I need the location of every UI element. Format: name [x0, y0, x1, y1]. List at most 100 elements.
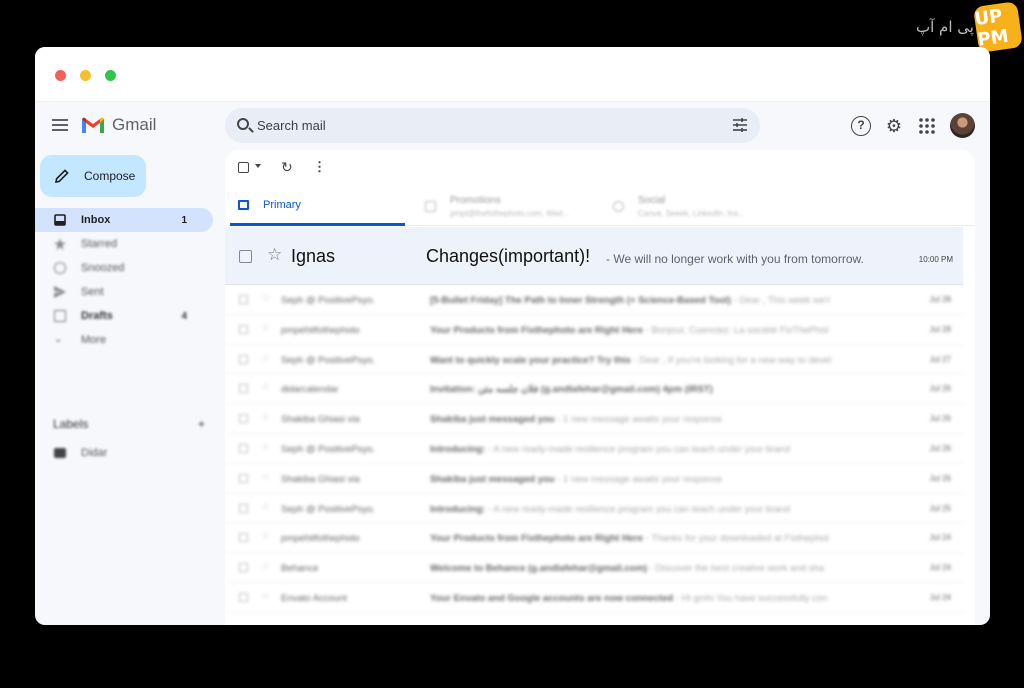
settings-gear-icon[interactable]: ⚙	[884, 116, 904, 136]
label-item-didar[interactable]: Didar	[54, 447, 107, 459]
star-icon[interactable]: ☆	[261, 293, 270, 304]
search-options-icon[interactable]	[732, 118, 748, 132]
help-icon[interactable]: ?	[851, 116, 871, 136]
search-icon[interactable]	[237, 118, 249, 130]
select-all-checkbox[interactable]	[238, 162, 249, 173]
email-subject-line: Your Products from Fixthephoto are Right…	[430, 325, 890, 336]
tab-promotions[interactable]: Promotions pmpl@thefothephoto.com, Wed..…	[425, 186, 595, 226]
email-checkbox[interactable]	[239, 414, 248, 424]
sidebar: Compose Inbox 1 Starred Snoozed Sent Dra…	[35, 150, 225, 625]
email-date: Jul 26	[929, 384, 951, 394]
tab-social-label: Social	[638, 194, 666, 206]
account-avatar[interactable]	[950, 113, 975, 138]
tab-social[interactable]: Social Canva, Seeek, LinkedIn, Ins...	[613, 186, 783, 226]
sidebar-item-inbox[interactable]: Inbox 1	[35, 208, 213, 232]
table-row[interactable]: ☆ Envato Account Your Envato and Google ac…	[225, 583, 963, 613]
email-snippet: - 1 new message awaits your response	[557, 414, 722, 426]
email-subject-line: Introducing: - A new ready-made resilien…	[430, 444, 890, 455]
table-row[interactable]: ☆ Seph @ PositivePsyo. Want to quickly sca…	[225, 345, 963, 375]
search-input[interactable]	[257, 108, 717, 143]
email-checkbox[interactable]	[239, 354, 248, 364]
sidebar-item-starred[interactable]: Starred	[35, 232, 213, 256]
email-subject-line: Your Envato and Google accounts are now …	[430, 593, 890, 604]
email-checkbox[interactable]	[239, 384, 248, 394]
close-window-button[interactable]	[55, 70, 66, 81]
email-date: Jul 28	[929, 324, 951, 334]
star-icon[interactable]: ☆	[261, 561, 270, 572]
sidebar-item-snoozed[interactable]: Snoozed	[35, 256, 213, 280]
gmail-logo-icon[interactable]	[81, 116, 105, 134]
email-subject-line: Shakiba just messaged you - 1 new messag…	[430, 414, 890, 425]
email-snippet: - A new ready-made resilience program yo…	[488, 443, 791, 455]
star-icon[interactable]: ☆	[261, 412, 270, 423]
email-checkbox[interactable]	[239, 324, 248, 334]
google-apps-icon[interactable]	[917, 116, 937, 136]
refresh-icon[interactable]: ↻	[281, 159, 293, 176]
search-bar[interactable]	[225, 108, 760, 143]
email-checkbox[interactable]	[239, 503, 248, 513]
star-icon[interactable]: ☆	[261, 531, 270, 542]
table-row[interactable]: ☆ Seph @ PositivePsyo. Introducing: - A ne…	[225, 494, 963, 524]
email-subject: Shakiba just messaged you	[430, 473, 555, 485]
email-date: Jul 28	[929, 295, 951, 304]
sidebar-item-sent[interactable]: Sent	[35, 280, 213, 304]
table-row[interactable]: ☆ Behance Welcome to Behance (g.andlafehar…	[225, 553, 963, 583]
email-snippet: - Discover the best creative work and sh…	[649, 563, 824, 575]
star-icon[interactable]: ☆	[261, 382, 270, 393]
email-snippet: - Bonjour, Cuenciez: La société FixThePh…	[645, 324, 829, 336]
table-row[interactable]: ☆ didarcalendar Invitation: فلان جلسه متن …	[225, 374, 963, 405]
email-subject: Want to quickly scale your practice? Try…	[430, 354, 631, 366]
star-icon[interactable]: ☆	[267, 245, 282, 265]
email-subject-line: Shakiba just messaged you - 1 new messag…	[430, 474, 890, 485]
tab-primary[interactable]: Primary	[230, 186, 405, 226]
email-sender: Envato Account	[281, 592, 348, 604]
email-sender: Shakiba Ghiasi via	[281, 414, 360, 426]
email-checkbox[interactable]	[239, 250, 252, 263]
main-menu-icon[interactable]	[52, 119, 68, 131]
star-icon[interactable]: ☆	[261, 472, 270, 483]
mail-list-pane: ↻ ⋮ Primary Promotions pmpl@thefothephot…	[225, 150, 975, 625]
email-sender: pmpehitfothephoto	[281, 324, 360, 336]
star-icon[interactable]: ☆	[261, 323, 270, 334]
minimize-window-button[interactable]	[80, 70, 91, 81]
email-checkbox[interactable]	[239, 533, 248, 543]
email-date: Jul 26	[929, 414, 951, 424]
sidebar-item-drafts[interactable]: Drafts 4	[35, 304, 213, 328]
table-row[interactable]: ☆ Seph @ PositivePsyo. [5-Bullet Friday] T…	[225, 285, 963, 315]
select-dropdown-icon[interactable]	[255, 164, 261, 168]
star-icon[interactable]: ☆	[261, 353, 270, 364]
compose-button[interactable]: Compose	[40, 155, 146, 197]
email-checkbox[interactable]	[239, 473, 248, 483]
table-row[interactable]: ☆ Shakiba Ghiasi via Shakiba just messaged…	[225, 404, 963, 434]
table-row[interactable]: ☆ Shakiba Ghiasi via Shakiba just messaged…	[225, 464, 963, 494]
watermark-logo: UP PM	[973, 1, 1023, 53]
email-checkbox[interactable]	[239, 295, 248, 304]
more-vert-icon[interactable]: ⋮	[313, 159, 326, 175]
email-subject: Your Envato and Google accounts are now …	[430, 592, 674, 604]
gmail-header: Gmail ? ⚙	[35, 102, 990, 150]
email-checkbox[interactable]	[239, 443, 248, 453]
people-icon	[613, 200, 624, 212]
email-checkbox[interactable]	[239, 592, 248, 602]
star-icon[interactable]: ☆	[261, 442, 270, 453]
highlighted-email-row[interactable]: ☆ Ignas Changes(important)! - We will no…	[225, 227, 963, 285]
inbox-icon	[238, 199, 249, 210]
table-row[interactable]: ☆ Seph @ PositivePsyo. Introducing: - A ne…	[225, 434, 963, 464]
category-tabs: Primary Promotions pmpl@thefothephoto.co…	[225, 186, 975, 226]
email-subject: Introducing:	[430, 443, 486, 455]
table-row[interactable]: ☆ pmpehitfothephoto Your Products from Fix…	[225, 315, 963, 345]
star-icon[interactable]: ☆	[261, 591, 270, 602]
sidebar-item-more[interactable]: ⌄ More	[35, 328, 213, 352]
email-subject: Introducing:	[430, 503, 486, 515]
maximize-window-button[interactable]	[105, 70, 116, 81]
star-icon[interactable]: ☆	[261, 502, 270, 513]
email-date: Jul 27	[929, 354, 951, 364]
email-checkbox[interactable]	[239, 563, 248, 573]
email-sender: Shakiba Ghiasi via	[281, 473, 360, 485]
email-subject: Welcome to Behance (g.andlafehar@gmail.c…	[430, 563, 648, 575]
clock-icon	[54, 262, 66, 274]
add-label-button[interactable]: +	[198, 417, 205, 431]
table-row[interactable]: ☆ pmpehitfothephoto Your Products from Fix…	[225, 523, 963, 554]
gmail-logo-text: Gmail	[112, 115, 157, 134]
email-sender: Seph @ PositivePsyo.	[281, 295, 376, 306]
